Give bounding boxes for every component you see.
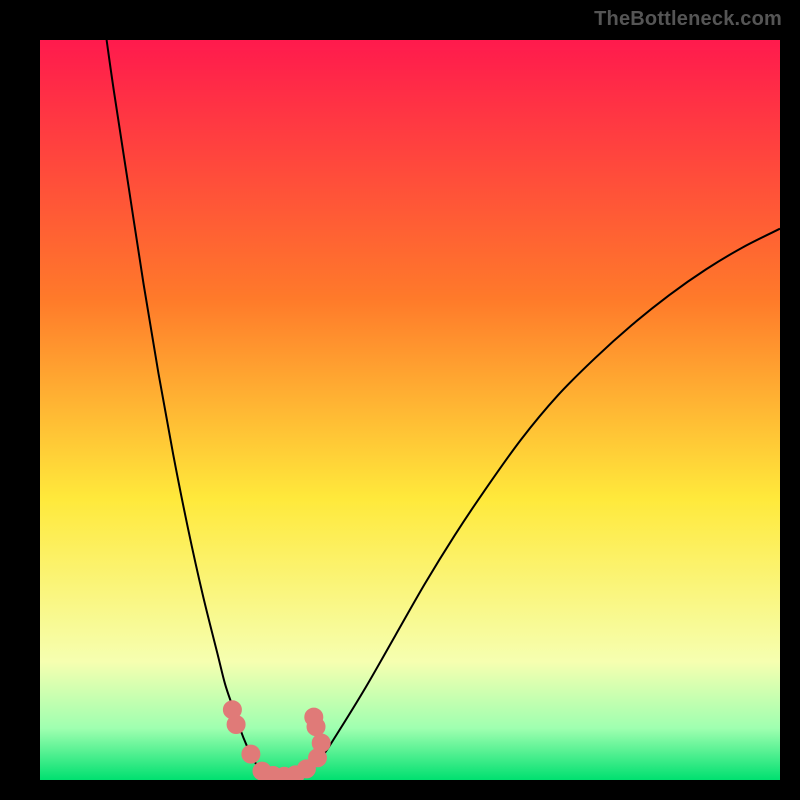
watermark-text: TheBottleneck.com [594,8,782,31]
bottleneck-curve-chart [40,40,780,780]
chart-frame: TheBottleneck.com [0,0,800,800]
data-marker [312,734,330,752]
plot-area [40,40,780,780]
data-marker [227,716,245,734]
data-marker [307,718,325,736]
gradient-background [40,40,780,780]
data-marker [242,745,260,763]
